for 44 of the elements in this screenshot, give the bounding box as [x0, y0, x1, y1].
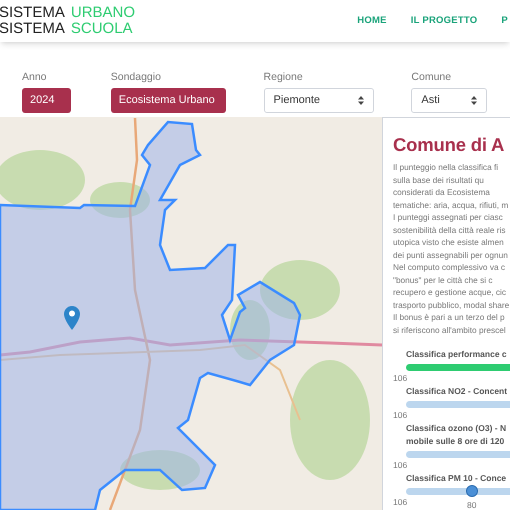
- description-line: utopica visto che esiste almen: [393, 236, 505, 248]
- dropdown[interactable]: Piemonte: [264, 88, 374, 113]
- filter-field[interactable]: Ecosistema Urbano: [110, 88, 226, 113]
- slider-value: 80: [467, 499, 476, 510]
- sort-caret-icon: [471, 96, 478, 105]
- dropdown[interactable]: Asti: [411, 88, 488, 113]
- description-line: tematiche: aria, acqua, rifiuti, m: [393, 198, 510, 211]
- description-line: I punteggi assegnati per ciasc: [393, 211, 504, 224]
- ranking-title: Classifica ozono (O3) - N: [406, 422, 508, 435]
- filter-label: Comune: [411, 70, 452, 85]
- logo-text: URBANO: [70, 5, 136, 21]
- description-line: trasporto pubblico, modal share: [393, 298, 510, 311]
- description-line: recupero e gestione acque, cic: [393, 286, 508, 298]
- description-line: Il bonus è pari a un terzo del p: [393, 311, 506, 324]
- description-line: sostenibilità della città reale ris: [393, 224, 507, 236]
- map[interactable]: [0, 117, 383, 510]
- description-line: dei punti assegnabili per ognun: [393, 248, 509, 261]
- description-line: sulla base dei risultati qu: [393, 174, 485, 186]
- ranking-title: Classifica PM 10 - Conce: [406, 472, 508, 485]
- description-line: "bonus" per le città che si c: [393, 274, 494, 286]
- description-line: Nel computo complessivo va c: [393, 261, 506, 274]
- filter-field[interactable]: 2024: [22, 88, 71, 113]
- description-line: si riferiscono all'ambito prescel: [393, 324, 507, 336]
- ranking-title: mobile sulle 8 ore di 120: [406, 435, 506, 448]
- scale-label: 106: [393, 459, 408, 472]
- panel-title: Comune di A: [393, 134, 506, 156]
- scale-label: 106: [393, 372, 408, 385]
- filter-label: Anno: [22, 70, 48, 85]
- ranking-title: Classifica performance c: [406, 348, 508, 361]
- description-line: considerati da Ecosistema: [393, 186, 491, 198]
- logo-text: SISTEMA: [0, 21, 65, 37]
- ranking-title: Classifica NO2 - Concent: [406, 385, 508, 398]
- description-line: Il punteggio nella classifica fi: [393, 161, 500, 174]
- slider-track[interactable]: [406, 488, 510, 495]
- filter-label: Regione: [264, 70, 304, 85]
- logo-text: SCUOLA: [70, 21, 133, 37]
- scale-label: 106: [393, 409, 408, 422]
- filter-label: Sondaggio: [110, 70, 162, 85]
- logo-text: SISTEMA: [0, 5, 65, 21]
- scale-label: 106: [393, 496, 408, 509]
- location-pin-icon[interactable]: [64, 306, 80, 330]
- sort-caret-icon: [358, 96, 364, 105]
- slider-thumb[interactable]: [466, 485, 478, 497]
- woodland-area: [90, 182, 150, 218]
